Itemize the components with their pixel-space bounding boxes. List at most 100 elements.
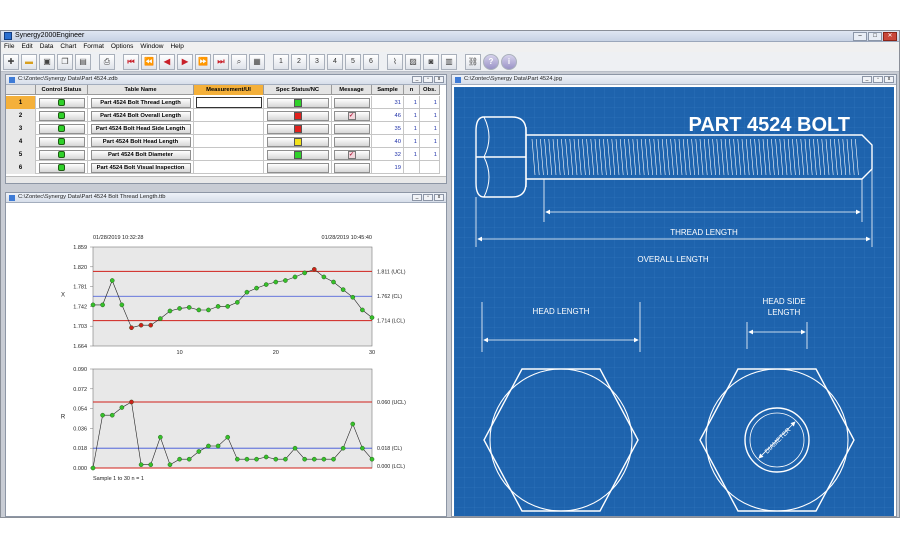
- zoom-icon[interactable]: ⌕: [231, 53, 247, 70]
- copy-icon[interactable]: ❐: [57, 53, 73, 70]
- menu-chart[interactable]: Chart: [60, 42, 76, 52]
- open-folder-icon[interactable]: ▬: [21, 53, 37, 70]
- col-header-n[interactable]: n: [404, 85, 420, 95]
- table-row[interactable]: 2 Part 4524 Bolt Overall Length ✓ 46 1 1: [6, 109, 440, 122]
- table-horizontal-scrollbar[interactable]: [6, 176, 446, 183]
- minimize-button[interactable]: –: [853, 32, 867, 41]
- table-name-button[interactable]: Part 4524 Bolt Diameter: [90, 149, 191, 160]
- menu-file[interactable]: File: [4, 42, 14, 52]
- control-status-button[interactable]: [38, 149, 85, 160]
- toolbar-num-4[interactable]: 4: [327, 53, 343, 70]
- control-status-button[interactable]: [38, 136, 85, 147]
- table-row[interactable]: 5 Part 4524 Bolt Diameter ✓ 32 1 1: [6, 148, 440, 161]
- obs-cell: [420, 161, 440, 174]
- toolbar-num-2[interactable]: 2: [291, 53, 307, 70]
- col-header-table-name[interactable]: Table Name: [88, 85, 194, 95]
- control-status-button[interactable]: [38, 110, 85, 121]
- next-record-icon[interactable]: ▶: [177, 53, 193, 70]
- image-close-button[interactable]: x: [884, 76, 894, 83]
- message-button[interactable]: ✓: [333, 149, 370, 160]
- save-icon[interactable]: ▣: [39, 53, 55, 70]
- measurement-input[interactable]: [195, 97, 262, 108]
- message-button[interactable]: [333, 123, 370, 134]
- ucl-label: 0.060 (UCL): [377, 400, 406, 406]
- toolbar-num-1[interactable]: 1: [273, 53, 289, 70]
- last-record-icon[interactable]: ⏭: [213, 53, 229, 70]
- table-restore-button[interactable]: ▫: [423, 76, 433, 83]
- message-button[interactable]: ✓: [333, 110, 370, 121]
- message-button[interactable]: [333, 136, 370, 147]
- spec-status-button[interactable]: [266, 149, 329, 160]
- col-header-spec-status[interactable]: Spec Status/NC: [264, 85, 332, 95]
- table-name-button[interactable]: Part 4524 Bolt Head Side Length: [90, 123, 191, 134]
- image-restore-button[interactable]: ▫: [873, 76, 883, 83]
- first-record-icon[interactable]: ⏮: [123, 53, 139, 70]
- image-minimize-button[interactable]: _: [862, 76, 872, 83]
- spec-status-button[interactable]: [266, 162, 329, 173]
- col-header-sample[interactable]: Sample: [372, 85, 404, 95]
- menu-options[interactable]: Options: [111, 42, 133, 52]
- table-close-button[interactable]: x: [434, 76, 444, 83]
- row-number[interactable]: 2: [6, 109, 36, 122]
- menu-window[interactable]: Window: [140, 42, 163, 52]
- table-row[interactable]: 4 Part 4524 Bolt Head Length 40 1 1: [6, 135, 440, 148]
- camera-icon[interactable]: ◙: [423, 53, 439, 70]
- col-header-message[interactable]: Message: [332, 85, 372, 95]
- message-button[interactable]: [333, 162, 370, 173]
- col-header-obs[interactable]: Obs.: [420, 85, 440, 95]
- data-point: [177, 456, 182, 462]
- chart-minimize-button[interactable]: _: [412, 194, 422, 201]
- info-icon[interactable]: i: [501, 53, 517, 70]
- toolbar-num-6[interactable]: 6: [363, 53, 379, 70]
- data-point: [302, 456, 307, 462]
- table-row[interactable]: 3 Part 4524 Bolt Head Side Length 35 1 1: [6, 122, 440, 135]
- table-row[interactable]: 1 Part 4524 Bolt Thread Length 31 1 1: [6, 96, 440, 109]
- control-status-button[interactable]: [38, 97, 85, 108]
- overview-icon[interactable]: ▦: [249, 53, 265, 70]
- col-header-measurement[interactable]: Measurement/UI: [194, 85, 264, 95]
- prev-record-icon[interactable]: ◀: [159, 53, 175, 70]
- data-point: [119, 405, 125, 410]
- table-name-button[interactable]: Part 4524 Bolt Thread Length: [90, 97, 191, 108]
- link-icon[interactable]: ⛓: [465, 53, 481, 70]
- sample-range-footer: Sample 1 to 30 n = 1: [93, 476, 144, 482]
- table-name-button[interactable]: Part 4524 Bolt Head Length: [90, 136, 191, 147]
- row-number[interactable]: 4: [6, 135, 36, 148]
- image-icon[interactable]: ▨: [405, 53, 421, 70]
- control-status-button[interactable]: [38, 123, 85, 134]
- menu-help[interactable]: Help: [170, 42, 183, 52]
- row-number[interactable]: 3: [6, 122, 36, 135]
- table-name-button[interactable]: Part 4524 Bolt Overall Length: [90, 110, 191, 121]
- calculator-icon[interactable]: ▥: [441, 53, 457, 70]
- col-header-control-status[interactable]: Control Status: [36, 85, 88, 95]
- chart-restore-button[interactable]: ▫: [423, 194, 433, 201]
- spec-status-button[interactable]: [266, 110, 329, 121]
- new-file-icon[interactable]: ✚: [3, 53, 19, 70]
- spec-status-button[interactable]: [266, 123, 329, 134]
- chart-close-button[interactable]: x: [434, 194, 444, 201]
- page-back-icon[interactable]: ⏪: [141, 53, 157, 70]
- menu-format[interactable]: Format: [83, 42, 104, 52]
- page-forward-icon[interactable]: ⏩: [195, 53, 211, 70]
- table-row[interactable]: 6 Part 4524 Bolt Visual Inspection 19: [6, 161, 440, 174]
- maximize-button[interactable]: □: [868, 32, 882, 41]
- control-status-button[interactable]: [38, 162, 85, 173]
- message-button[interactable]: [333, 97, 370, 108]
- spec-status-button[interactable]: [266, 97, 329, 108]
- toolbar-num-3[interactable]: 3: [309, 53, 325, 70]
- help-icon[interactable]: ?: [483, 53, 499, 70]
- attach-icon[interactable]: ⌇: [387, 53, 403, 70]
- paste-icon[interactable]: ▤: [75, 53, 91, 70]
- measurement-cell: [194, 109, 264, 122]
- toolbar-num-5[interactable]: 5: [345, 53, 361, 70]
- menu-edit[interactable]: Edit: [21, 42, 32, 52]
- table-name-button[interactable]: Part 4524 Bolt Visual Inspection: [90, 162, 191, 173]
- print-icon[interactable]: ⎙: [99, 53, 115, 70]
- row-number[interactable]: 1: [6, 96, 36, 109]
- table-minimize-button[interactable]: _: [412, 76, 422, 83]
- spec-status-button[interactable]: [266, 136, 329, 147]
- menu-data[interactable]: Data: [40, 42, 54, 52]
- close-button[interactable]: ✕: [883, 32, 897, 41]
- row-number[interactable]: 5: [6, 148, 36, 161]
- row-number[interactable]: 6: [6, 161, 36, 174]
